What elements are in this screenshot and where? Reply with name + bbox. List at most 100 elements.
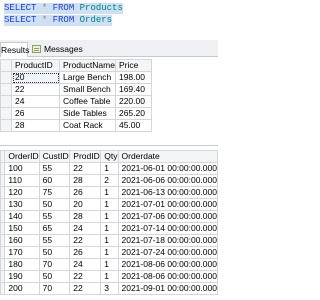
table-cell[interactable]: 65 <box>38 222 71 235</box>
table-cell[interactable]: 20 <box>11 71 60 84</box>
table-row[interactable]: 200 70 22 3 2021-09-01 00:00:00.000 <box>0 282 218 295</box>
table-row[interactable]: 110 60 28 2 2021-06-06 00:00:00.000 <box>0 174 218 187</box>
column-header[interactable]: Qty <box>100 150 119 163</box>
table-cell[interactable]: 1 <box>100 246 119 259</box>
column-header[interactable]: ProductName <box>59 59 116 72</box>
products-result-grid[interactable]: ProductID ProductName Price 20 Large Ben… <box>0 59 152 132</box>
table-cell[interactable]: 2021-06-13 00:00:00.000 <box>117 186 218 199</box>
table-row[interactable]: 26 Side Tables 265.20 <box>0 107 152 120</box>
table-cell[interactable]: 2021-08-06 00:00:00.000 <box>117 270 218 283</box>
column-header[interactable]: Price <box>114 59 152 72</box>
table-cell[interactable]: Coat Rack <box>59 119 116 132</box>
table-row[interactable]: 150 65 24 1 2021-07-14 00:00:00.000 <box>0 222 218 235</box>
table-cell[interactable]: 24 <box>69 258 102 271</box>
table-cell[interactable]: 120 <box>4 186 40 199</box>
table-row[interactable]: 20 Large Bench 198.00 <box>0 71 152 84</box>
table-cell[interactable]: 130 <box>4 198 40 211</box>
table-cell[interactable]: 180 <box>4 258 40 271</box>
column-header[interactable]: ProdID <box>69 150 102 163</box>
table-cell[interactable]: 1 <box>100 198 119 211</box>
table-cell[interactable]: 50 <box>38 246 71 259</box>
row-selector[interactable] <box>0 71 12 84</box>
table-row[interactable]: 170 50 26 1 2021-07-24 00:00:00.000 <box>0 246 218 259</box>
table-cell[interactable]: 2021-06-06 00:00:00.000 <box>117 174 218 187</box>
column-header[interactable]: OrderID <box>4 150 40 163</box>
table-row[interactable]: 180 70 24 1 2021-08-06 00:00:00.000 <box>0 258 218 271</box>
table-cell[interactable]: 2021-09-01 00:00:00.000 <box>117 282 218 295</box>
table-row[interactable]: 130 50 20 1 2021-07-01 00:00:00.000 <box>0 198 218 211</box>
table-cell[interactable]: 1 <box>100 270 119 283</box>
table-cell[interactable]: 1 <box>100 222 119 235</box>
table-row[interactable]: 190 50 22 1 2021-08-06 00:00:00.000 <box>0 270 218 283</box>
table-cell[interactable]: 2021-07-06 00:00:00.000 <box>117 210 218 223</box>
table-cell[interactable]: 2 <box>100 174 119 187</box>
table-cell[interactable]: 70 <box>38 282 71 295</box>
table-cell[interactable]: 28 <box>69 210 102 223</box>
column-header[interactable]: CustID <box>38 150 71 163</box>
table-cell[interactable]: 169.40 <box>114 83 152 96</box>
table-cell[interactable]: 150 <box>4 222 40 235</box>
table-cell[interactable]: 22 <box>69 282 102 295</box>
table-cell[interactable]: 220.00 <box>114 95 152 108</box>
table-cell[interactable]: 26 <box>69 186 102 199</box>
table-cell[interactable]: 55 <box>38 210 71 223</box>
row-selector[interactable] <box>0 119 12 132</box>
table-cell[interactable]: 55 <box>38 234 71 247</box>
table-cell[interactable]: 26 <box>69 246 102 259</box>
row-selector[interactable] <box>0 107 12 120</box>
table-cell[interactable]: 265.20 <box>114 107 152 120</box>
table-cell[interactable]: 1 <box>100 234 119 247</box>
table-cell[interactable]: 198.00 <box>114 71 152 84</box>
table-cell[interactable]: 100 <box>4 162 40 175</box>
table-cell[interactable]: 2021-07-01 00:00:00.000 <box>117 198 218 211</box>
table-cell[interactable]: 2021-08-06 00:00:00.000 <box>117 258 218 271</box>
table-cell[interactable]: 28 <box>11 119 60 132</box>
table-cell[interactable]: 45.00 <box>114 119 152 132</box>
table-cell[interactable]: 75 <box>38 186 71 199</box>
table-row[interactable]: 100 55 22 1 2021-06-01 00:00:00.000 <box>0 162 218 175</box>
table-cell[interactable]: 2021-07-24 00:00:00.000 <box>117 246 218 259</box>
table-cell[interactable]: 1 <box>100 162 119 175</box>
sql-line-1[interactable]: SELECT * FROM Products <box>4 3 123 14</box>
tab-messages[interactable]: Messages <box>32 42 83 56</box>
table-cell[interactable]: 2021-07-18 00:00:00.000 <box>117 234 218 247</box>
table-row[interactable]: 22 Small Bench 169.40 <box>0 83 152 96</box>
table-cell[interactable]: 2021-07-14 00:00:00.000 <box>117 222 218 235</box>
table-cell[interactable]: 22 <box>69 234 102 247</box>
table-cell[interactable]: 1 <box>100 258 119 271</box>
table-cell[interactable]: 24 <box>11 95 60 108</box>
tab-results[interactable]: Results <box>0 42 29 57</box>
table-cell[interactable]: 26 <box>11 107 60 120</box>
table-cell[interactable]: Coffee Table <box>59 95 116 108</box>
table-cell[interactable]: Small Bench <box>59 83 116 96</box>
table-cell[interactable]: 1 <box>100 210 119 223</box>
table-cell[interactable]: 2021-06-01 00:00:00.000 <box>117 162 218 175</box>
table-cell[interactable]: 200 <box>4 282 40 295</box>
table-row[interactable]: 24 Coffee Table 220.00 <box>0 95 152 108</box>
table-cell[interactable]: 170 <box>4 246 40 259</box>
table-cell[interactable]: 50 <box>38 198 71 211</box>
table-cell[interactable]: 70 <box>38 258 71 271</box>
row-number-header[interactable] <box>0 59 12 72</box>
table-cell[interactable]: 3 <box>100 282 119 295</box>
table-cell[interactable]: 160 <box>4 234 40 247</box>
table-cell[interactable]: Large Bench <box>59 71 116 84</box>
table-cell[interactable]: 22 <box>69 270 102 283</box>
table-cell[interactable]: 20 <box>69 198 102 211</box>
column-header[interactable]: ProductID <box>11 59 60 72</box>
table-cell[interactable]: 190 <box>4 270 40 283</box>
table-cell[interactable]: 24 <box>69 222 102 235</box>
sql-line-2[interactable]: SELECT * FROM Orders <box>4 15 113 26</box>
table-cell[interactable]: 22 <box>11 83 60 96</box>
table-cell[interactable]: 28 <box>69 174 102 187</box>
table-cell[interactable]: 55 <box>38 162 71 175</box>
table-cell[interactable]: 60 <box>38 174 71 187</box>
table-row[interactable]: 160 55 22 1 2021-07-18 00:00:00.000 <box>0 234 218 247</box>
table-cell[interactable]: 140 <box>4 210 40 223</box>
table-row[interactable]: 140 55 28 1 2021-07-06 00:00:00.000 <box>0 210 218 223</box>
row-selector[interactable] <box>0 95 12 108</box>
table-cell[interactable]: 22 <box>69 162 102 175</box>
table-row[interactable]: 28 Coat Rack 45.00 <box>0 119 152 132</box>
orders-result-grid[interactable]: OrderID CustID ProdID Qty Orderdate 100 5… <box>0 150 218 295</box>
table-cell[interactable]: Side Tables <box>59 107 116 120</box>
